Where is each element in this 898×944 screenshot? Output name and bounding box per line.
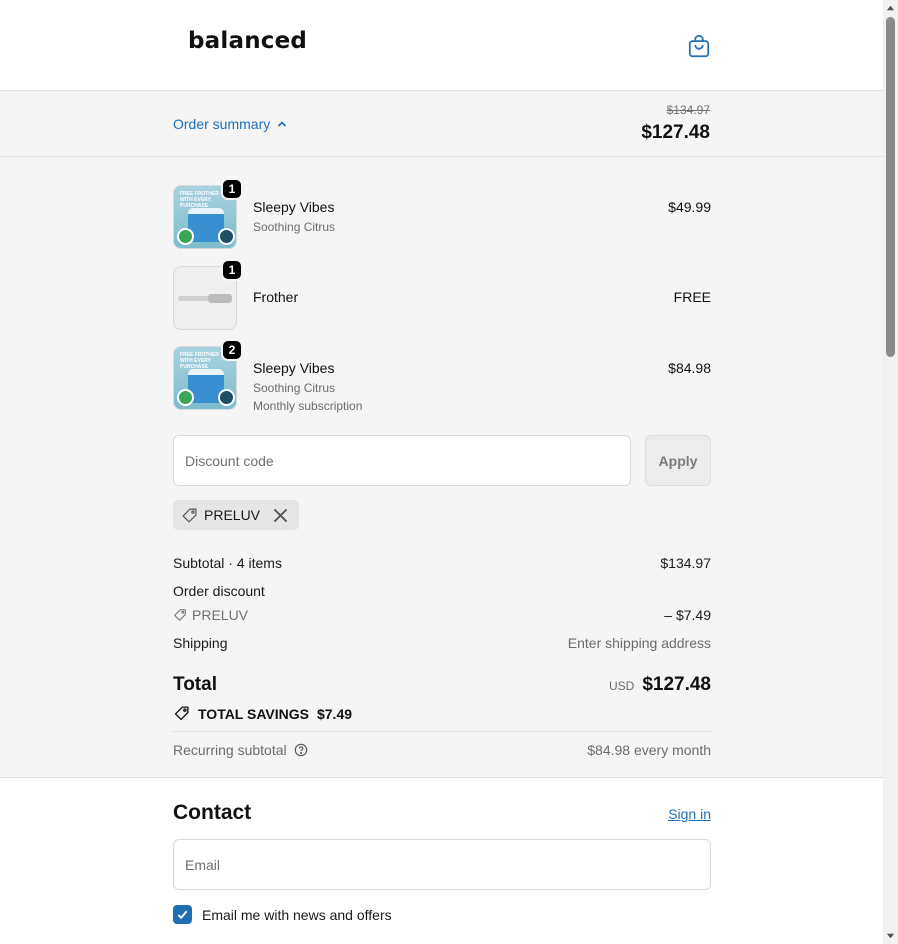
line-item: FREE FROTHER WITH EVERY PURCHASE 1 Sleep… [173, 178, 711, 249]
item-variant: Soothing Citrus [253, 381, 336, 395]
order-discount-label: Order discount [173, 583, 265, 599]
chevron-up-icon [278, 121, 287, 127]
discount-value: – $7.49 [664, 607, 711, 623]
discount-code-line: PRELUV [173, 607, 711, 623]
discount-code-input[interactable] [173, 435, 631, 486]
item-price: $84.98 [668, 360, 711, 376]
item-name: Frother [253, 289, 299, 305]
original-price: $134.97 [666, 103, 710, 117]
line-item: 1 Frother FREE [173, 259, 711, 330]
thumbnail-promo-text: FREE FROTHER WITH EVERY PURCHASE [180, 352, 219, 370]
subtotal-label: Subtotal · 4 items [173, 555, 282, 571]
subtotal-value: $134.97 [660, 555, 711, 571]
recurring-subtotal-value: $84.98 every month [587, 742, 711, 758]
scroll-up-arrow-icon[interactable] [886, 4, 895, 13]
scrollbar-thumb[interactable] [886, 17, 895, 357]
newsletter-checkbox-row[interactable]: Email me with news and offers [173, 905, 392, 924]
email-field[interactable] [173, 839, 711, 890]
shopping-bag-icon[interactable] [686, 33, 712, 59]
order-discount-row: Order discount [173, 583, 711, 599]
line-item: FREE FROTHER WITH EVERY PURCHASE 2 Sleep… [173, 339, 711, 413]
checkout-page: balanced Order summary $134.97 $127.48 F… [0, 0, 883, 944]
total-savings: TOTAL SAVINGS $7.49 [173, 705, 352, 722]
scroll-down-arrow-icon[interactable] [886, 931, 895, 940]
savings-value: $7.49 [316, 705, 353, 722]
close-icon[interactable] [272, 507, 289, 524]
summary-total: $127.48 [641, 122, 710, 143]
subtotal-row: Subtotal · 4 items $134.97 [173, 555, 711, 571]
brand-logo[interactable]: balanced [188, 28, 307, 54]
order-summary-panel: FREE FROTHER WITH EVERY PURCHASE 1 Sleep… [0, 157, 883, 778]
quantity-badge: 1 [221, 178, 243, 200]
total-value: $127.48 [642, 674, 711, 695]
item-variant: Soothing Citrus [253, 220, 336, 234]
total-label: Total [173, 674, 217, 695]
currency-code: USD [608, 679, 635, 693]
tag-icon [174, 609, 186, 621]
discount-code-row: PRELUV – $7.49 [173, 607, 711, 623]
newsletter-label: Email me with news and offers [202, 906, 392, 923]
shipping-row: Shipping Enter shipping address [173, 635, 711, 651]
sign-in-link[interactable]: Sign in [668, 806, 711, 822]
item-price: $49.99 [668, 199, 711, 215]
tag-icon [182, 508, 197, 522]
discount-code-label: PRELUV [192, 607, 249, 623]
order-summary-bar: Order summary $134.97 $127.48 [0, 91, 883, 157]
newsletter-checkbox[interactable] [173, 905, 192, 924]
page-header: balanced [0, 0, 883, 91]
apply-discount-button[interactable]: Apply [645, 435, 711, 486]
contact-heading: Contact [173, 801, 252, 824]
item-name: Sleepy Vibes [253, 360, 335, 376]
quantity-badge: 1 [221, 259, 243, 281]
help-icon[interactable] [294, 743, 308, 757]
quantity-badge: 2 [221, 339, 243, 361]
item-plan: Monthly subscription [253, 399, 363, 413]
savings-label: TOTAL SAVINGS [198, 705, 309, 722]
item-price: FREE [673, 289, 711, 305]
applied-discount-chip: PRELUV [173, 500, 300, 530]
shipping-value: Enter shipping address [567, 635, 711, 651]
vertical-scrollbar[interactable] [883, 0, 898, 944]
checkmark-icon [177, 910, 188, 920]
recurring-subtotal-row: Recurring subtotal $84.98 every month [173, 742, 711, 758]
thumbnail-promo-text: FREE FROTHER WITH EVERY PURCHASE [180, 191, 219, 209]
total-amount: USD $127.48 [609, 674, 711, 696]
divider [173, 731, 711, 732]
item-name: Sleepy Vibes [253, 199, 335, 215]
shipping-label: Shipping [173, 635, 228, 651]
order-summary-toggle-label: Order summary [173, 116, 271, 132]
tag-icon [174, 706, 189, 721]
recurring-subtotal-label: Recurring subtotal [173, 742, 287, 758]
applied-discount-code: PRELUV [204, 507, 261, 523]
order-summary-toggle[interactable]: Order summary [173, 116, 288, 132]
